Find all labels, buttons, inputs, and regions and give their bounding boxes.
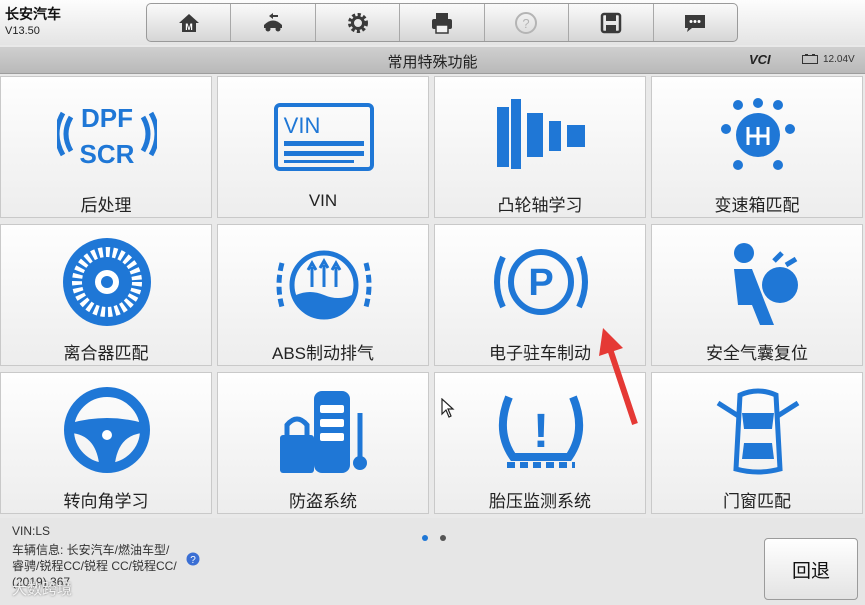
app-version: V13.50: [5, 25, 40, 37]
tile-label: 后处理: [80, 196, 132, 215]
app-title: 长安汽车: [5, 6, 61, 22]
immobilizer-icon: [280, 391, 367, 473]
save-button[interactable]: [569, 4, 654, 41]
help-button[interactable]: ?: [485, 4, 570, 41]
battery-icon: [802, 54, 818, 64]
dpf-scr-icon: DPF SCR: [57, 103, 157, 169]
top-bar: 长安汽车 V13.50 M ?: [0, 0, 865, 45]
tile-gearbox-matching[interactable]: 变速箱匹配: [651, 76, 863, 218]
footer-bar: VIN:LS 车辆信息: 长安汽车/燃油车型/睿骋/锐程CC/锐程 CC/锐程C…: [0, 518, 865, 605]
printer-icon: [431, 12, 452, 34]
message-button[interactable]: [654, 4, 737, 41]
home-icon: M: [178, 13, 199, 32]
tile-label: 防盗系统: [289, 492, 357, 511]
chat-icon: [685, 14, 706, 32]
svg-text:DPF: DPF: [81, 103, 133, 133]
watermark: 大数跨境: [12, 581, 73, 598]
svg-text:SCR: SCR: [80, 139, 135, 169]
annotation-arrow-icon: [599, 328, 638, 425]
abs-bleed-icon: [276, 250, 372, 320]
tile-steering-angle-learning[interactable]: 转向角学习: [0, 372, 212, 514]
svg-text:M: M: [185, 22, 193, 32]
tile-label: VIN: [308, 191, 338, 210]
airbag-icon: [734, 243, 798, 325]
tile-label: 胎压监测系统: [489, 492, 591, 511]
tile-label: 转向角学习: [63, 492, 149, 511]
tile-label: 安全气囊复位: [706, 344, 808, 363]
tile-vin[interactable]: VIN VIN: [217, 76, 429, 218]
tile-label: ABS制动排气: [271, 344, 375, 363]
svg-text:!: !: [533, 405, 549, 458]
main-toolbar: M ?: [146, 3, 738, 42]
svg-text:?: ?: [523, 16, 530, 31]
vin-label: VIN:LS: [12, 524, 51, 538]
svg-text:VIN: VIN: [284, 113, 321, 138]
tile-door-window-matching[interactable]: 门窗匹配: [651, 372, 863, 514]
tile-immobilizer[interactable]: 防盗系统: [217, 372, 429, 514]
info-help-icon[interactable]: ?: [186, 552, 200, 566]
vehicle-swap-button[interactable]: [231, 4, 316, 41]
function-grid: DPF SCR 后处理 VIN VIN 凸轮轴学习 变速箱匹配 离合器匹配 AB…: [0, 76, 865, 516]
gearbox-icon: [721, 98, 795, 170]
tile-label: 变速箱匹配: [714, 196, 800, 215]
tile-label: 离合器匹配: [63, 344, 149, 363]
camshaft-icon: [497, 99, 585, 169]
page-dot[interactable]: [440, 535, 447, 541]
page-dot-active[interactable]: [422, 535, 428, 541]
tpms-icon: !: [498, 395, 584, 468]
save-icon: [600, 12, 622, 33]
page-title: 常用特殊功能: [387, 54, 478, 71]
door-window-icon: [716, 388, 800, 475]
svg-text:P: P: [528, 262, 553, 304]
help-icon: ?: [515, 11, 538, 34]
svg-text:?: ?: [190, 555, 196, 566]
vin-card-icon: VIN: [274, 103, 374, 171]
parking-brake-icon: P: [494, 249, 588, 315]
tile-airbag-reset[interactable]: 安全气囊复位: [651, 224, 863, 366]
tile-aftertreatment[interactable]: DPF SCR 后处理: [0, 76, 212, 218]
tile-clutch-matching[interactable]: 离合器匹配: [0, 224, 212, 366]
steering-wheel-icon: [64, 387, 150, 473]
settings-button[interactable]: [316, 4, 401, 41]
tile-label: 门窗匹配: [723, 492, 791, 511]
tile-abs-bleed[interactable]: ABS制动排气: [217, 224, 429, 366]
vehicle-swap-icon: [264, 12, 283, 31]
back-button[interactable]: 回退: [764, 538, 858, 600]
print-button[interactable]: [400, 4, 485, 41]
gear-icon: [347, 12, 368, 33]
mouse-cursor-icon: [441, 398, 455, 418]
title-bar: 常用特殊功能 VCI 12.04V: [0, 47, 865, 74]
clutch-icon: [63, 238, 151, 326]
tile-label: 凸轮轴学习: [497, 196, 583, 215]
home-button[interactable]: M: [147, 4, 232, 41]
battery-voltage: 12.04V: [823, 54, 855, 65]
tile-camshaft-learning[interactable]: 凸轮轴学习: [434, 76, 646, 218]
vci-status: VCI: [749, 52, 771, 67]
page-indicator: [422, 528, 454, 546]
